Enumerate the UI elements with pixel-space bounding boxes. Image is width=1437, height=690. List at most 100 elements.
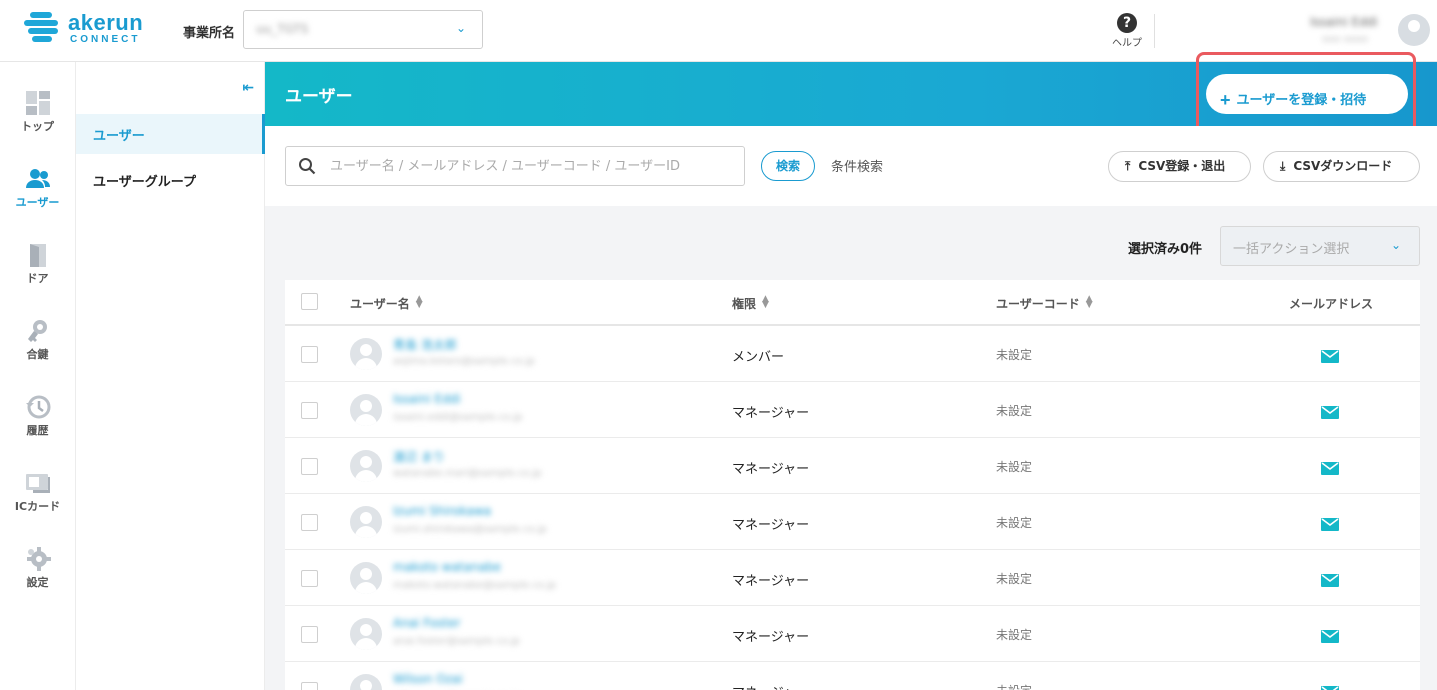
user-code: 未設定	[996, 348, 1033, 362]
table-row[interactable]: Wilson Ozaiwilson.ozai@sample.co.jpマネージャ…	[285, 662, 1420, 690]
logo-mark-icon	[24, 12, 62, 44]
nav-item-history[interactable]: 履歴	[0, 380, 75, 452]
row-checkbox[interactable]	[301, 682, 318, 690]
mail-icon[interactable]	[1321, 684, 1339, 690]
select-all-checkbox[interactable]	[301, 293, 318, 310]
nav-item-door[interactable]: ドア	[0, 228, 75, 300]
table-row[interactable]: 渡辺 まり watanabe.mari@sample.co.jp マネージャー 未設定	[285, 438, 1420, 494]
row-checkbox[interactable]	[301, 346, 318, 363]
top-header: akerun CONNECT 事業所名 uu_TGTS ⌄ ? ヘルプ Issa…	[0, 0, 1437, 62]
row-checkbox[interactable]	[301, 514, 318, 531]
help-button[interactable]: ? ヘルプ	[1110, 12, 1144, 49]
column-header-role[interactable]: 権限 ▲ ▼	[732, 295, 769, 312]
condition-search-link[interactable]: 条件検索	[831, 156, 883, 175]
search-input[interactable]	[330, 155, 730, 177]
user-table: ユーザー名 ▲ ▼ 権限 ▲ ▼ ユーザーコード ▲ ▼ メールアドレス 青島 浩太郎 aoj…	[285, 280, 1420, 690]
nav-item-settings[interactable]: 設定	[0, 532, 75, 604]
user-email: anai.foster@sample.co.jp	[393, 636, 520, 647]
add-user-button[interactable]: + ユーザーを登録・招待	[1206, 74, 1408, 114]
nav-label: トップ	[21, 120, 54, 133]
user-avatar	[350, 338, 382, 370]
user-role: マネージャー	[732, 574, 810, 589]
user-role: マネージャー	[732, 518, 810, 533]
subnav-item-user-groups[interactable]: ユーザーグループ	[76, 160, 265, 200]
nav-label: ドア	[26, 272, 49, 285]
main-content: ユーザー + ユーザーを登録・招待 検索 条件検索 ⤒ CSV登録・退出 ⤓ CSVダ…	[265, 52, 1437, 690]
table-row[interactable]: 青島 浩太郎 aojima.kotaro@sample.co.jp メンバー 未設定	[285, 326, 1420, 382]
column-header-name[interactable]: ユーザー名 ▲ ▼	[350, 295, 423, 312]
user-email: izumi.shirokawa@sample.co.jp	[393, 524, 547, 535]
search-button[interactable]: 検索	[761, 151, 815, 181]
user-code: 未設定	[996, 404, 1033, 418]
user-role: マネージャー	[732, 682, 809, 690]
column-header-code[interactable]: ユーザーコード ▲ ▼	[996, 295, 1093, 312]
subnav-item-users[interactable]: ユーザー	[76, 114, 265, 154]
mail-icon[interactable]	[1321, 460, 1339, 475]
nav-item-top[interactable]: トップ	[0, 76, 75, 148]
user-avatar	[350, 394, 382, 426]
mail-icon[interactable]	[1321, 628, 1339, 643]
history-icon	[25, 394, 51, 420]
csv-download-button[interactable]: ⤓ CSVダウンロード	[1263, 151, 1420, 182]
nav-label: ユーザー	[15, 196, 60, 209]
sort-icon: ▲ ▼	[415, 294, 423, 310]
nav-item-key[interactable]: 合鍵	[0, 304, 75, 376]
page-title: ユーザー	[285, 87, 353, 107]
download-icon: ⤓	[1280, 159, 1286, 173]
row-checkbox[interactable]	[301, 458, 318, 475]
logo-name: akerun	[68, 10, 144, 35]
table-row[interactable]: makoto watanabe makoto.watanabe@sample.co…	[285, 550, 1420, 606]
selected-count: 選択済み0件	[1128, 242, 1203, 257]
mail-icon[interactable]	[1321, 516, 1339, 531]
mail-icon[interactable]	[1321, 572, 1339, 587]
search-box	[285, 146, 745, 186]
table-row[interactable]: Anai Foster anai.foster@sample.co.jp マネージャ…	[285, 606, 1420, 662]
table-row[interactable]: Issaini Eddi issaini.eddi@sample.co.jp マネー…	[285, 382, 1420, 438]
collapse-sidebar-icon[interactable]: ⇤	[242, 80, 254, 96]
chevron-down-icon: ⌄	[455, 21, 466, 35]
user-avatar	[350, 618, 382, 650]
bulk-action-select[interactable]: 一括アクション選択 ⌄	[1220, 226, 1420, 266]
office-select-value: uu_TGTS	[256, 22, 309, 36]
account-avatar[interactable]	[1398, 14, 1430, 46]
user-name-link[interactable]: Anai Foster	[393, 616, 460, 630]
user-email: watanabe.mari@sample.co.jp	[393, 468, 542, 479]
user-name-link[interactable]: makoto watanabe	[393, 560, 501, 574]
user-name-link[interactable]: 渡辺 まり	[393, 448, 445, 465]
akerun-logo[interactable]: akerun CONNECT	[24, 10, 144, 50]
csv-import-label: CSV登録・退出	[1138, 159, 1226, 173]
nav-item-ic-card[interactable]: ICカード	[0, 456, 75, 528]
user-code: 未設定	[996, 460, 1033, 474]
header-divider	[1154, 14, 1155, 48]
row-checkbox[interactable]	[301, 402, 318, 419]
csv-import-button[interactable]: ⤒ CSV登録・退出	[1108, 151, 1251, 182]
user-name-link[interactable]: Issaini Eddi	[393, 392, 461, 406]
row-checkbox[interactable]	[301, 570, 318, 587]
logo-sub: CONNECT	[70, 34, 141, 45]
mail-icon[interactable]	[1321, 348, 1339, 363]
user-avatar	[350, 562, 382, 594]
row-checkbox[interactable]	[301, 626, 318, 643]
office-label: 事業所名	[183, 26, 236, 41]
user-avatar	[350, 674, 382, 690]
account-sub: ooo oooo	[1322, 34, 1369, 45]
user-code: 未設定	[996, 516, 1033, 530]
mail-icon[interactable]	[1321, 404, 1339, 419]
chevron-down-icon: ⌄	[1390, 238, 1401, 252]
user-name-link[interactable]: 青島 浩太郎	[393, 336, 457, 353]
user-role: メンバー	[732, 350, 785, 365]
nav-label: 合鍵	[26, 348, 49, 361]
account-name[interactable]: Issaini Eddi	[1310, 15, 1378, 29]
user-name-link[interactable]: Wilson Ozai	[393, 672, 463, 686]
user-name-link[interactable]: Izumi Shirokawa	[393, 504, 491, 518]
door-icon	[25, 242, 51, 268]
user-code: 未設定	[996, 572, 1033, 586]
user-code: 未設定	[996, 682, 1032, 690]
nav-item-users[interactable]: ユーザー	[0, 152, 75, 224]
table-row[interactable]: Izumi Shirokawa izumi.shirokawa@sample.co…	[285, 494, 1420, 550]
user-email: makoto.watanabe@sample.co.jp	[393, 580, 557, 591]
office-select[interactable]: uu_TGTS ⌄	[243, 10, 483, 49]
help-label: ヘルプ	[1112, 38, 1142, 49]
plus-icon: +	[1220, 89, 1231, 110]
gear-icon	[25, 546, 51, 572]
